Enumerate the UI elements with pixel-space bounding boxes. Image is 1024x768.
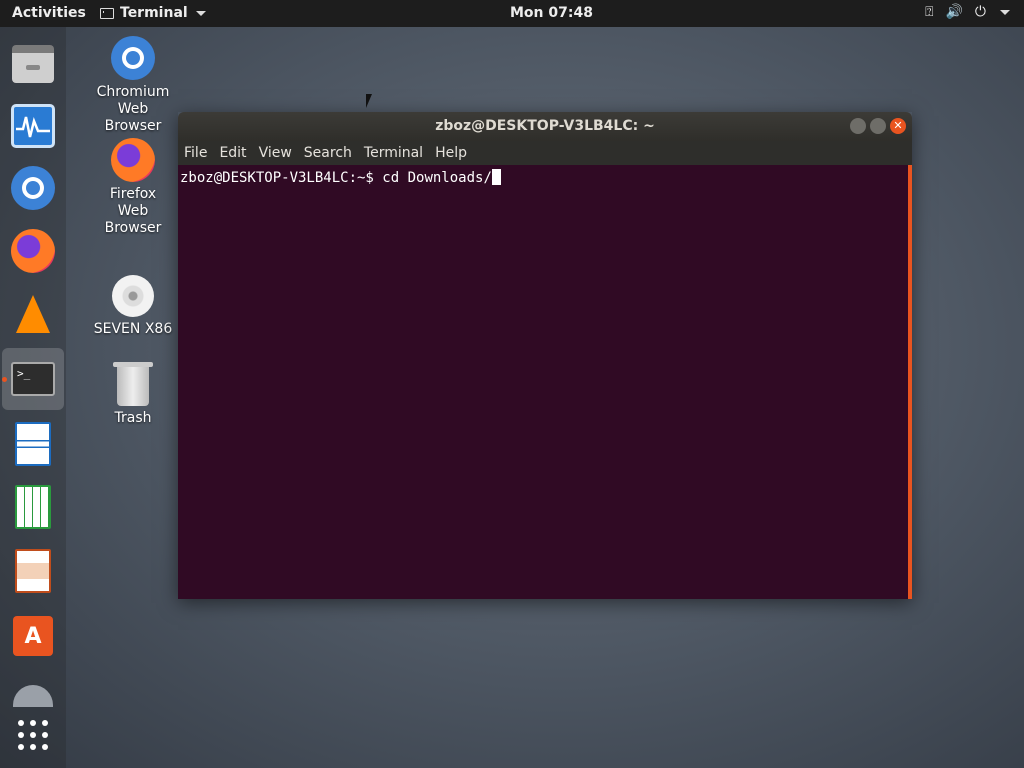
dock-writer[interactable] (2, 413, 64, 475)
firefox-icon (11, 229, 55, 273)
desktop-icon-label: Web (117, 101, 149, 117)
volume-icon: 🔊 (945, 4, 963, 20)
desktop-icon-label: Browser (104, 118, 162, 134)
menu-terminal[interactable]: Terminal (358, 141, 429, 165)
clock[interactable]: Mon 07:48 (510, 5, 593, 21)
firefox-icon (111, 138, 155, 182)
desktop-icon-label: Chromium (96, 84, 170, 100)
menu-help[interactable]: Help (429, 141, 473, 165)
desktop-icon-label: Browser (104, 220, 162, 236)
desktop-icon-label: SEVEN X86 (93, 321, 173, 337)
app-menu-label: Terminal (120, 5, 188, 21)
trash-icon (113, 362, 153, 406)
menu-search[interactable]: Search (298, 141, 358, 165)
menu-file[interactable]: File (178, 141, 213, 165)
app-grid-icon (18, 720, 48, 750)
system-status-area[interactable]: ⍰ 🔊 ⏻ (925, 4, 1010, 20)
writer-icon (15, 422, 51, 466)
mouse-pointer-icon (366, 94, 372, 108)
desktop-icon-trash[interactable]: Trash (85, 362, 181, 427)
app-menu[interactable]: Terminal (100, 5, 206, 21)
maximize-button[interactable] (870, 118, 886, 134)
terminal-output[interactable]: zboz@DESKTOP-V3LB4LC:~$ cd Downloads/ (178, 165, 912, 599)
dock-system-monitor[interactable] (2, 95, 64, 157)
chromium-icon (11, 166, 55, 210)
desktop-icon-chromium[interactable]: Chromium Web Browser (85, 36, 181, 135)
dock-impress[interactable] (2, 540, 64, 602)
network-icon: ⍰ (925, 4, 934, 20)
dock-calc[interactable] (2, 476, 64, 538)
text-cursor (491, 169, 501, 185)
desktop-icon-label: Web (117, 203, 149, 219)
software-store-icon: A (13, 616, 53, 656)
monitor-graph-icon (11, 104, 55, 148)
dock-software-center[interactable]: A (2, 605, 64, 667)
shell-prompt: zboz@DESKTOP-V3LB4LC:~$ (180, 170, 383, 186)
calc-icon (15, 485, 51, 529)
terminal-mini-icon (100, 7, 114, 19)
show-applications-button[interactable] (2, 707, 64, 763)
desktop-icon-firefox[interactable]: Firefox Web Browser (85, 138, 181, 237)
chromium-icon (111, 36, 155, 80)
dock-firefox[interactable] (2, 220, 64, 282)
dock-software-updater[interactable] (2, 667, 64, 707)
close-button[interactable]: ✕ (890, 118, 906, 134)
dock-files[interactable] (2, 33, 64, 95)
dock: >_ A (0, 27, 66, 768)
terminal-icon: >_ (11, 362, 55, 396)
activities-button[interactable]: Activities (12, 5, 86, 21)
terminal-window[interactable]: zboz@DESKTOP-V3LB4LC: ~ ✕ File Edit View… (178, 112, 912, 599)
vlc-cone-icon (16, 295, 50, 333)
menu-caret-icon (1000, 9, 1010, 15)
updater-icon (13, 685, 53, 707)
window-titlebar[interactable]: zboz@DESKTOP-V3LB4LC: ~ ✕ (178, 112, 912, 141)
power-icon: ⏻ (974, 4, 986, 20)
desktop-icon-label: Firefox (109, 186, 157, 202)
typed-command: cd Downloads/ (382, 170, 492, 186)
menu-view[interactable]: View (253, 141, 298, 165)
window-title: zboz@DESKTOP-V3LB4LC: ~ (435, 118, 655, 134)
minimize-button[interactable] (850, 118, 866, 134)
command-line: zboz@DESKTOP-V3LB4LC:~$ cd Downloads/ (180, 169, 501, 186)
desktop-icon-label: Trash (114, 410, 152, 426)
chevron-down-icon (195, 10, 206, 16)
dock-vlc[interactable] (2, 283, 64, 345)
desktop-icon-cd[interactable]: SEVEN X86 (85, 275, 181, 338)
top-bar: Activities Terminal Mon 07:48 ⍰ 🔊 ⏻ (0, 0, 1024, 27)
menu-edit[interactable]: Edit (213, 141, 252, 165)
cd-drive-icon (112, 275, 154, 317)
dock-terminal[interactable]: >_ (2, 348, 64, 410)
running-indicator (2, 377, 7, 382)
file-cabinet-icon (12, 45, 54, 83)
impress-icon (15, 549, 51, 593)
dock-chromium[interactable] (2, 157, 64, 219)
terminal-menubar: File Edit View Search Terminal Help (178, 141, 912, 165)
